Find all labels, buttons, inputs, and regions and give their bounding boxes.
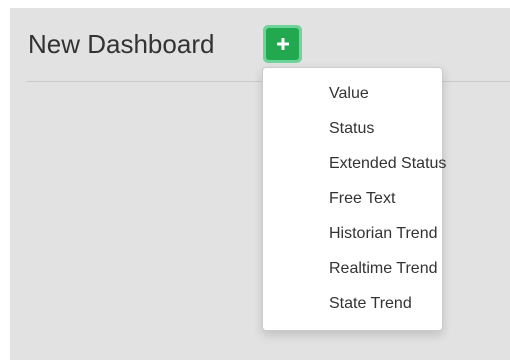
menu-item-free-text[interactable]: Free Text [303, 181, 442, 216]
menu-item-historian-trend[interactable]: Historian Trend [303, 216, 442, 251]
menu-item-extended-status[interactable]: Extended Status [303, 146, 446, 181]
menu-item-status[interactable]: Status [303, 111, 442, 146]
add-widget-button[interactable] [263, 25, 302, 63]
add-widget-button-face[interactable] [266, 28, 299, 60]
add-widget-menu: Value Status Extended Status Free Text H… [262, 67, 446, 331]
menu-item-value[interactable]: Value [303, 76, 442, 111]
menu-item-state-trend[interactable]: State Trend [303, 286, 442, 321]
menu-item-realtime-trend[interactable]: Realtime Trend [303, 251, 442, 286]
plus-icon [276, 38, 289, 50]
dashboard-title: New Dashboard [28, 29, 215, 59]
